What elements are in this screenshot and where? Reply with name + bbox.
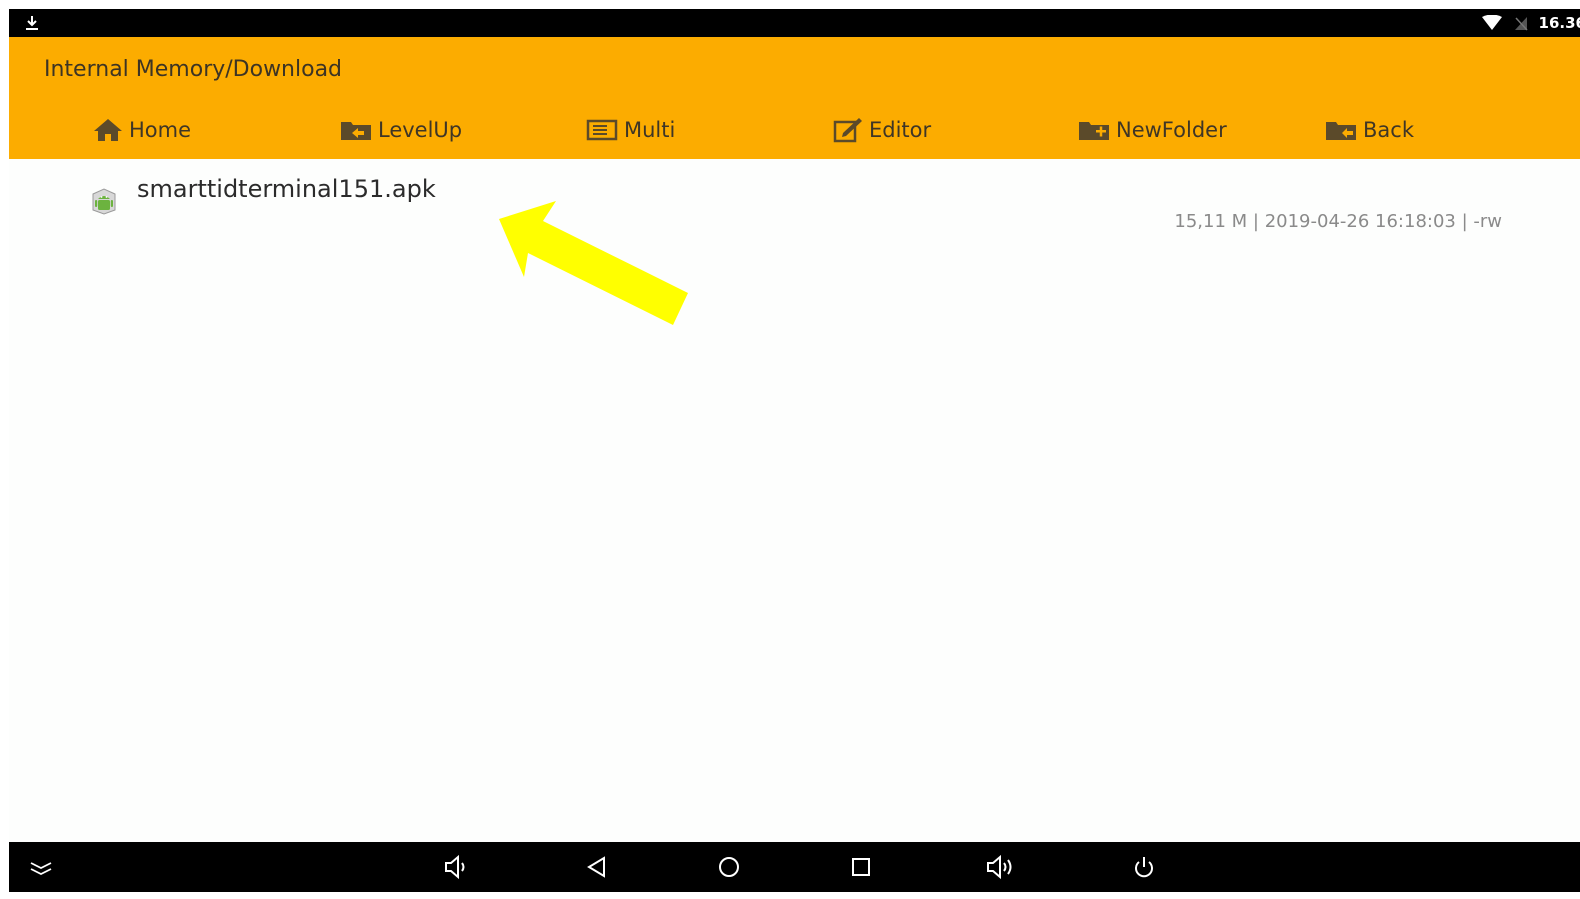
screen: 16.36 Internal Memory/Download Home Leve… <box>9 9 1580 892</box>
apk-android-icon <box>92 188 116 215</box>
back-icon <box>587 856 605 878</box>
no-sim-icon <box>1514 17 1528 31</box>
download-icon <box>26 16 38 30</box>
status-bar: 16.36 <box>9 9 1580 37</box>
editor-button[interactable]: Editor <box>833 115 931 145</box>
levelup-button[interactable]: LevelUp <box>340 115 462 145</box>
list-item[interactable]: smarttidterminal151.apk 15,11 M | 2019-0… <box>9 159 1580 239</box>
home-button[interactable]: Home <box>93 115 191 145</box>
editor-label: Editor <box>869 118 932 142</box>
recents-icon <box>852 858 870 876</box>
multi-select-icon <box>586 119 618 141</box>
collapse-button[interactable] <box>26 853 56 881</box>
new-folder-icon <box>1079 122 1109 140</box>
nav-back-button[interactable] <box>582 853 612 881</box>
toolbar: Internal Memory/Download Home LevelUp Mu… <box>9 37 1580 159</box>
newfolder-label: NewFolder <box>1116 118 1227 142</box>
annotation-arrow-shape <box>499 201 688 325</box>
volume-down-button[interactable] <box>442 853 472 881</box>
file-meta: 15,11 M | 2019-04-26 16:18:03 | -rw <box>1174 211 1502 232</box>
annotation-arrow <box>499 201 688 325</box>
current-path: Internal Memory/Download <box>44 57 343 82</box>
multi-button[interactable]: Multi <box>586 115 675 145</box>
newfolder-button[interactable]: NewFolder <box>1078 115 1227 145</box>
folder-up-icon <box>341 122 371 140</box>
home-circle-icon <box>719 857 739 877</box>
collapse-icon <box>30 862 52 876</box>
back-label: Back <box>1363 118 1414 142</box>
edit-icon <box>833 118 862 143</box>
power-icon <box>1135 857 1153 878</box>
volume-down-icon <box>445 854 465 880</box>
recents-button[interactable] <box>846 853 876 881</box>
status-indicators: 16.36 <box>1481 9 1580 37</box>
multi-label: Multi <box>624 118 676 142</box>
folder-back-icon <box>1326 122 1356 140</box>
file-name: smarttidterminal151.apk <box>137 175 436 203</box>
home-label: Home <box>129 118 192 142</box>
nav-home-button[interactable] <box>714 853 744 881</box>
status-time: 16.36 <box>1538 14 1580 32</box>
wifi-icon <box>1481 15 1502 30</box>
levelup-label: LevelUp <box>378 118 463 142</box>
back-button[interactable]: Back <box>1325 115 1414 145</box>
volume-up-icon <box>987 854 1012 880</box>
home-icon <box>94 119 122 141</box>
file-list: smarttidterminal151.apk 15,11 M | 2019-0… <box>9 159 1580 842</box>
power-button[interactable] <box>1129 853 1159 881</box>
volume-up-button[interactable] <box>986 853 1016 881</box>
navigation-bar <box>9 842 1580 892</box>
